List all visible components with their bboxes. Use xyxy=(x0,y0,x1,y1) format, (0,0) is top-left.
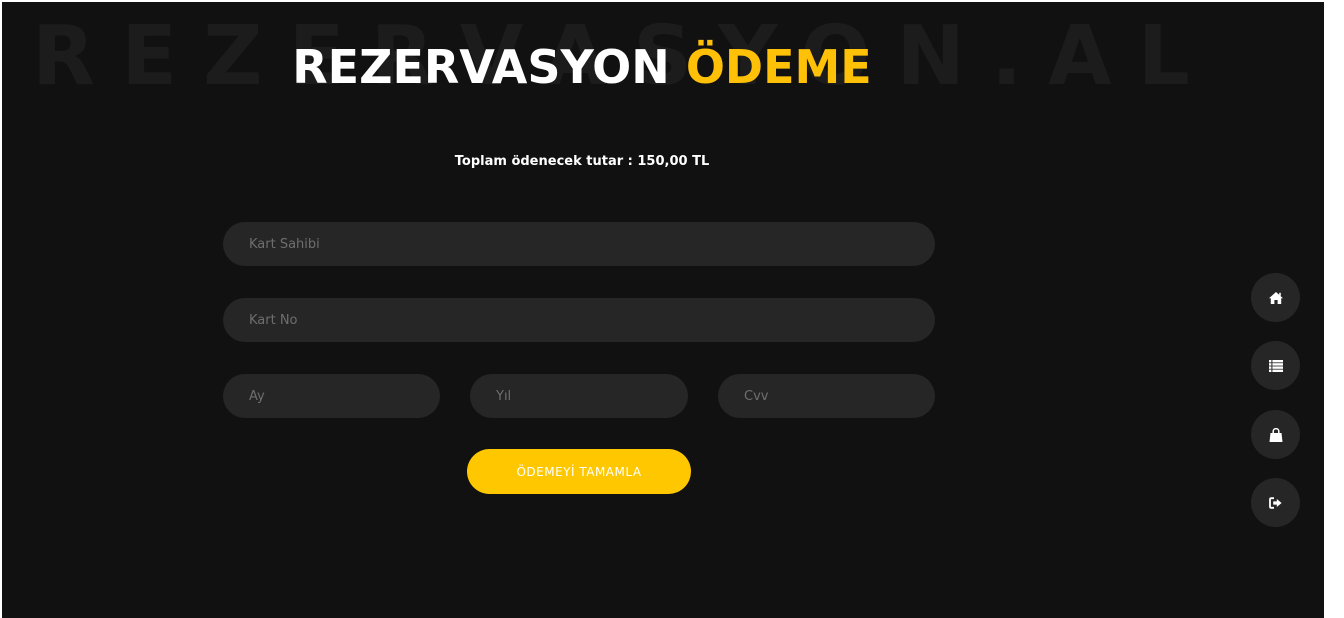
page-title: REZERVASYON ÖDEME xyxy=(2,40,1162,95)
sign-out-icon xyxy=(1269,496,1282,509)
side-nav-logout-button[interactable] xyxy=(1251,478,1300,527)
card-holder-input[interactable] xyxy=(223,222,935,266)
side-nav-list-button[interactable] xyxy=(1251,341,1300,390)
payment-page: REZERVASYON.AL REZERVASYON ÖDEME Toplam … xyxy=(2,2,1324,618)
card-number-input[interactable] xyxy=(223,298,935,342)
cvv-input[interactable] xyxy=(718,374,935,418)
side-nav-bag-button[interactable] xyxy=(1251,410,1300,459)
page-title-main: REZERVASYON xyxy=(292,40,670,94)
expiry-year-input[interactable] xyxy=(470,374,688,418)
side-nav-home-button[interactable] xyxy=(1251,273,1300,322)
expiry-month-input[interactable] xyxy=(223,374,440,418)
home-icon xyxy=(1268,291,1283,304)
shopping-bag-icon xyxy=(1269,427,1283,442)
complete-payment-button[interactable]: ÖDEMEYİ TAMAMLA xyxy=(467,449,691,494)
total-amount-text: Toplam ödenecek tutar : 150,00 TL xyxy=(454,154,710,169)
list-icon xyxy=(1268,359,1283,372)
page-title-accent: ÖDEME xyxy=(685,40,872,94)
